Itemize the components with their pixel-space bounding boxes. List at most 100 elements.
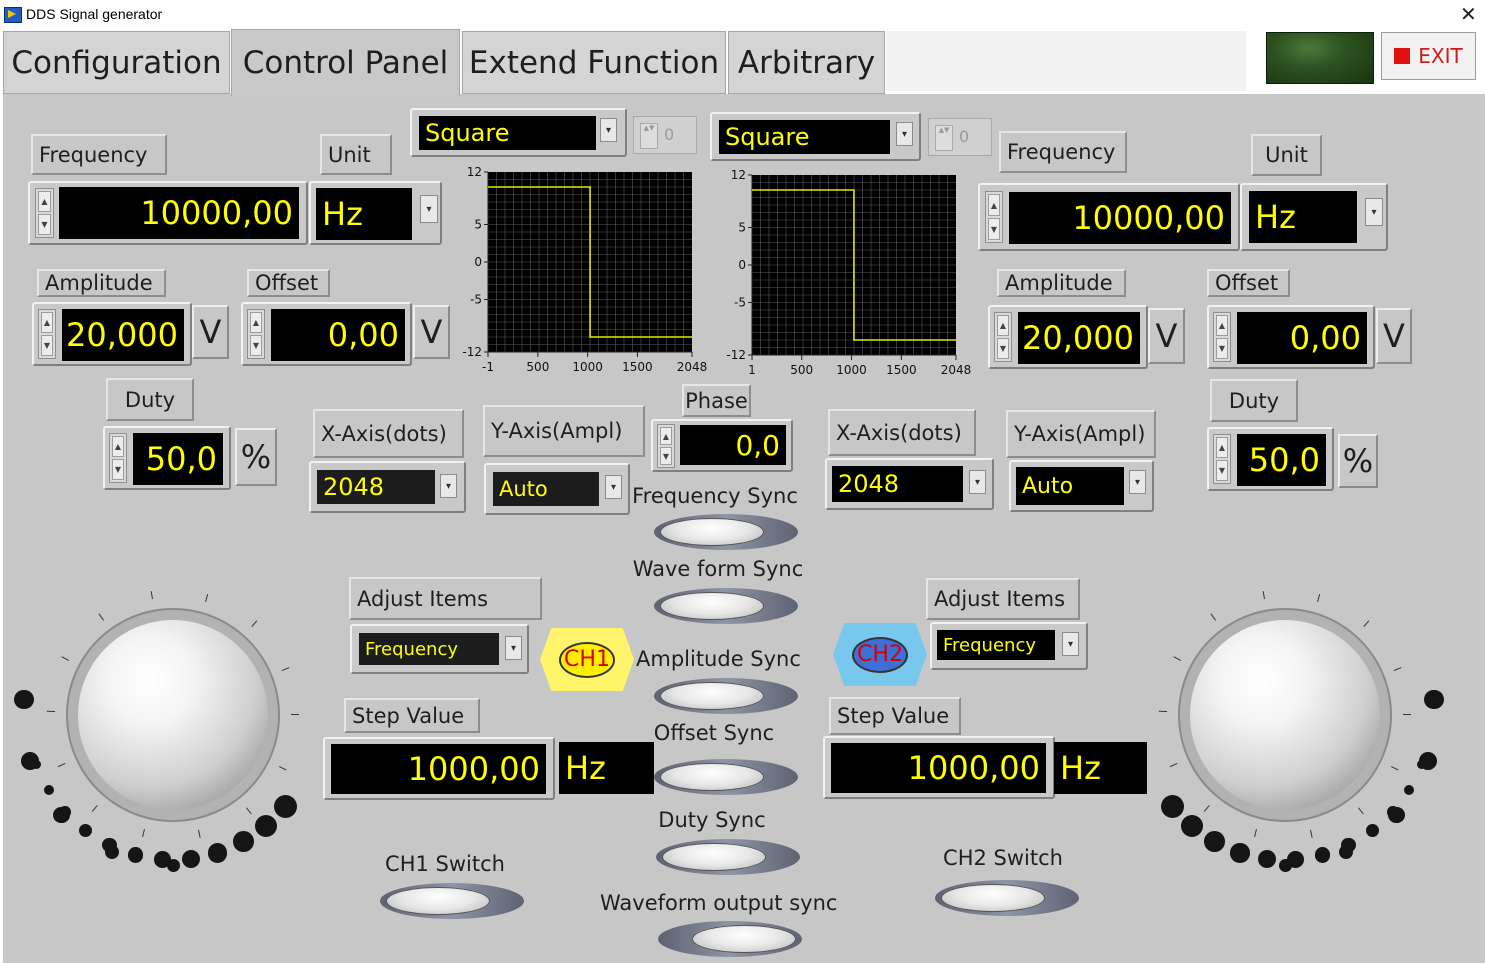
ch1-step-display[interactable]: 1000,00 (331, 744, 546, 794)
decrement-icon[interactable]: ▼ (250, 335, 262, 356)
ch2-unit-label: Unit (1251, 134, 1322, 176)
ch1-offset-unit: V (413, 305, 450, 359)
amplitude-sync-switch[interactable] (654, 678, 798, 714)
knob-tick (1357, 807, 1364, 815)
increment-icon[interactable]: ▲ (112, 436, 124, 457)
chevron-down-icon[interactable]: ▾ (420, 195, 438, 223)
exit-label: EXIT (1418, 44, 1463, 68)
ch1-duty-spinner[interactable]: ▲ ▼ (109, 433, 127, 483)
ch2-frequency-spinner[interactable]: ▲ ▼ (985, 191, 1003, 243)
decrement-icon[interactable]: ▼ (1216, 338, 1228, 359)
ch2-offset-unit: V (1376, 308, 1412, 364)
waveform-output-sync-switch[interactable] (658, 921, 802, 957)
ch2-adjust-select[interactable]: Frequency (937, 630, 1055, 660)
ch2-yaxis-select[interactable]: Auto (1016, 467, 1124, 505)
tab-control-panel[interactable]: Control Panel (231, 29, 460, 96)
increment-icon[interactable]: ▲ (38, 191, 51, 212)
waveform-output-sync-label: Waveform output sync (600, 891, 838, 915)
chevron-down-icon[interactable]: ▾ (600, 118, 617, 142)
close-icon[interactable]: ✕ (1460, 2, 1477, 26)
chevron-down-icon[interactable]: ▾ (969, 470, 986, 494)
ch2-amplitude-spinner[interactable]: ▲ ▼ (994, 312, 1012, 362)
ch2-xaxis-select[interactable]: 2048 (832, 466, 963, 502)
decrement-icon[interactable]: ▼ (997, 338, 1009, 359)
ch1-frequency-spinner[interactable]: ▲ ▼ (35, 188, 54, 238)
duty-sync-switch[interactable] (656, 839, 800, 875)
ch2-xaxis-label: X-Axis(dots) (828, 409, 976, 456)
frequency-sync-switch[interactable] (654, 514, 798, 550)
tab-configuration[interactable]: Configuration (3, 31, 230, 94)
ch1-switch[interactable] (380, 883, 524, 919)
exit-button[interactable]: EXIT (1381, 32, 1476, 80)
chevron-down-icon[interactable]: ▾ (1062, 632, 1079, 656)
ch1-badge[interactable]: CH1 (540, 628, 634, 691)
tab-extend-function[interactable]: Extend Function (462, 31, 726, 94)
ch1-step-label: Step Value (344, 698, 480, 733)
ch2-frequency-display[interactable]: 10000,00 (1009, 192, 1231, 244)
ch1-knob-scale (14, 570, 340, 872)
ch1-unit-select[interactable]: Hz (316, 188, 412, 240)
chevron-down-icon[interactable]: ▾ (605, 475, 622, 499)
knob-tick (279, 765, 287, 771)
ch2-waveform-index[interactable]: ▲▼ 0 (928, 118, 992, 156)
knob-tick (1203, 805, 1210, 813)
increment-icon[interactable]: ▲ (988, 194, 1000, 216)
chevron-down-icon[interactable]: ▾ (1129, 470, 1146, 494)
increment-icon[interactable]: ▲ (41, 312, 53, 333)
decrement-icon[interactable]: ▼ (112, 459, 124, 480)
window-title: DDS Signal generator (26, 6, 163, 22)
ch2-waveform-select[interactable]: Square (719, 120, 890, 154)
increment-icon[interactable]: ▲ (1216, 437, 1228, 458)
ch1-yaxis-select[interactable]: Auto (493, 472, 599, 506)
chevron-down-icon[interactable]: ▾ (505, 636, 522, 660)
ch1-frequency-display[interactable]: 10000,00 (59, 187, 299, 239)
ch1-offset-label: Offset (247, 269, 330, 297)
ch2-switch[interactable] (935, 880, 1079, 916)
waveform-sync-label: Wave form Sync (632, 557, 804, 581)
ch2-unit-select[interactable]: Hz (1249, 191, 1357, 243)
increment-icon[interactable]: ▲ (1216, 315, 1228, 336)
ch1-badge-label: CH1 (559, 641, 615, 678)
ch1-offset-display[interactable]: 0,00 (271, 309, 405, 361)
ch2-badge[interactable]: CH2 (833, 623, 927, 686)
chevron-down-icon[interactable]: ▾ (440, 474, 457, 498)
tab-arbitrary[interactable]: Arbitrary (728, 31, 885, 94)
increment-icon[interactable]: ▲ (660, 427, 672, 445)
ch2-offset-display[interactable]: 0,00 (1237, 312, 1367, 364)
ch2-duty-spinner[interactable]: ▲ ▼ (1213, 434, 1231, 484)
phase-spinner[interactable]: ▲ ▼ (657, 424, 675, 468)
x-tick-label: 1500 (622, 360, 653, 374)
ch1-waveform-index[interactable]: ▲▼ 0 (633, 116, 697, 154)
spinner-icon[interactable]: ▲▼ (935, 125, 953, 151)
ch1-amplitude-display[interactable]: 20,000 (62, 309, 184, 361)
phase-display[interactable]: 0,0 (680, 425, 786, 465)
knob-scale-dot (1180, 815, 1203, 838)
decrement-icon[interactable]: ▼ (660, 447, 672, 465)
chevron-down-icon[interactable]: ▾ (896, 122, 913, 146)
x-tick-label: 500 (526, 360, 549, 374)
decrement-icon[interactable]: ▼ (38, 214, 51, 235)
increment-icon[interactable]: ▲ (250, 312, 262, 333)
ch1-duty-display[interactable]: 50,0 (133, 433, 223, 485)
ch2-amplitude-label: Amplitude (997, 269, 1126, 297)
ch1-amplitude-spinner[interactable]: ▲ ▼ (38, 309, 56, 359)
waveform-sync-switch[interactable] (654, 588, 798, 624)
knob-scale-dot (79, 824, 93, 838)
chevron-down-icon[interactable]: ▾ (1365, 198, 1383, 226)
spinner-icon[interactable]: ▲▼ (640, 123, 658, 149)
knob-tick (1254, 829, 1258, 838)
ch1-adjust-select[interactable]: Frequency (359, 633, 499, 665)
decrement-icon[interactable]: ▼ (988, 218, 1000, 240)
ch2-duty-display[interactable]: 50,0 (1237, 434, 1326, 486)
decrement-icon[interactable]: ▼ (1216, 460, 1228, 481)
offset-sync-switch[interactable] (654, 759, 798, 795)
increment-icon[interactable]: ▲ (997, 315, 1009, 336)
ch1-offset-spinner[interactable]: ▲ ▼ (247, 309, 265, 359)
decrement-icon[interactable]: ▼ (41, 335, 53, 356)
ch2-amplitude-display[interactable]: 20,000 (1018, 312, 1140, 364)
ch1-xaxis-select[interactable]: 2048 (317, 470, 435, 504)
ch2-step-display[interactable]: 1000,00 (831, 743, 1046, 793)
knob-tick (1316, 593, 1320, 602)
ch1-waveform-select[interactable]: Square (419, 116, 596, 150)
ch2-offset-spinner[interactable]: ▲ ▼ (1213, 312, 1231, 362)
